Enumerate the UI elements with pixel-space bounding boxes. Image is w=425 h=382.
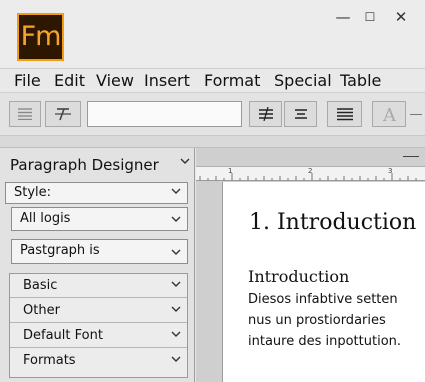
menu-file[interactable]: File [14,70,41,92]
framemaker-logo: Fm [17,13,64,61]
group-formats[interactable]: Formats [10,349,187,373]
menu-edit[interactable]: Edit [54,70,85,92]
group-formats-label: Formats [23,353,76,368]
toolbar-separator [0,136,425,148]
toolbar: A [0,92,425,136]
maximize-icon: ☐ [364,10,376,24]
paragraph-list-button[interactable] [9,101,41,127]
menu-bar: File Edit View Insert Format Special Tab… [0,68,425,92]
menu-special[interactable]: Special [274,70,332,92]
heading-2: Introduction [248,267,350,286]
menu-view[interactable]: View [96,70,134,92]
all-tags-dropdown[interactable]: All logis [11,207,188,231]
group-other[interactable]: Other [10,299,187,323]
body-line-2: nus un prostiordaries [248,313,386,328]
align-center-button[interactable] [284,101,317,127]
title-bar: Fm — ☐ ✕ [0,0,425,68]
all-tags-value: All logis [20,211,71,226]
maximize-button[interactable]: ☐ [357,6,383,28]
document-page[interactable]: 1. Introduction Introduction Diesos infa… [222,182,425,382]
panel-title: Paragraph Designer [10,156,159,174]
paragraph-tag-dropdown[interactable]: Pastgraph is [11,239,188,264]
logo-text: Fm [20,21,62,52]
align-center-icon [294,109,307,119]
chevron-down-icon [171,306,181,312]
paragraph-tag-field[interactable] [87,101,242,127]
menu-format[interactable]: Format [204,70,260,92]
ruler-mark-3: 3 [388,167,393,175]
svg-text:A: A [382,105,397,123]
align-justify-icon [336,108,353,121]
chevron-down-icon [171,249,181,255]
group-basic-label: Basic [23,278,58,293]
text-style-button[interactable]: A [372,101,406,127]
minimize-button[interactable]: — [330,6,356,28]
heading-1: 1. Introduction [249,210,417,235]
chevron-down-icon [171,356,181,362]
style-dropdown[interactable]: Style: [5,182,188,204]
horizontal-ruler[interactable]: 1 2 3 [196,166,425,181]
ruler-mark-2: 2 [308,167,313,175]
close-button[interactable]: ✕ [388,6,414,28]
chevron-down-icon [171,216,181,222]
group-default-font-label: Default Font [23,328,103,343]
group-basic[interactable]: Basic [10,274,187,298]
chevron-down-icon [171,188,181,194]
paragraph-tag-dropdown-value: Pastgraph is [20,243,100,258]
paragraph-list-icon [18,108,32,120]
toolbar-overflow-line [410,114,422,115]
clear-format-button[interactable] [45,101,81,127]
minimize-icon: — [335,8,351,26]
style-label: Style: [14,185,52,200]
body-line-3: intaure des inpottution. [248,334,402,349]
close-icon: ✕ [394,8,408,26]
strikethrough-align-icon [258,107,273,121]
menu-insert[interactable]: Insert [144,70,190,92]
strikethrough-align-button[interactable] [249,101,282,127]
ruler-mark-1: 1 [228,167,233,175]
chevron-down-icon [171,281,181,287]
doc-panel-collapse-line[interactable] [403,156,419,157]
text-style-a-icon: A [382,105,397,123]
menu-table[interactable]: Table [340,70,381,92]
clear-format-icon [55,108,71,121]
chevron-down-icon [171,331,181,337]
property-groups: Basic Other Default Font Formats [9,273,188,378]
body-line-1: Diesos infabtive setten [248,292,398,307]
group-default-font[interactable]: Default Font [10,324,187,348]
align-justify-button[interactable] [327,101,362,127]
chevron-down-icon[interactable] [180,158,190,164]
group-other-label: Other [23,303,60,318]
